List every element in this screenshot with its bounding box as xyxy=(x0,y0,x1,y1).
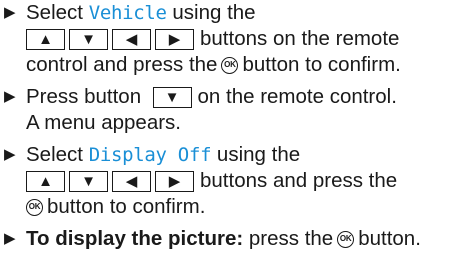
menu-item-vehicle: Vehicle xyxy=(88,2,167,24)
step-1-after-keys-text: buttons on the remote xyxy=(200,27,400,50)
step-4-line-1: To display the picture: press the OK butto… xyxy=(26,226,421,252)
step-1-after-ok-text: button to confirm. xyxy=(242,53,401,76)
step-3-select-text: Select xyxy=(26,143,83,166)
arrow-down-icon: ▼ xyxy=(69,170,108,192)
step-1-line-1: Select Vehicle using the xyxy=(26,0,256,26)
step-1-line-2: ▲ ▼ ◀ ▶ buttons on the remote xyxy=(26,26,399,52)
step-3-using-text: using the xyxy=(216,143,301,166)
step-4-end-text: button. xyxy=(358,227,421,250)
arrow-up-icon: ▲ xyxy=(26,28,65,50)
step-3-after-ok-text: button to confirm. xyxy=(47,195,206,218)
step-2-after-key-text: on the remote control. xyxy=(197,85,397,108)
arrow-down-icon: ▼ xyxy=(69,28,108,50)
step-2-line-1: Press button ▼ on the remote control. xyxy=(26,84,397,110)
step-3-line-2: ▲ ▼ ◀ ▶ buttons and press the xyxy=(26,168,397,194)
step-3-line-3: OK button to confirm. xyxy=(26,194,205,220)
bullet-triangle-icon: ▶ xyxy=(4,4,16,21)
step-4-bold-text: To display the picture: xyxy=(26,227,244,250)
bullet-triangle-icon: ▶ xyxy=(4,88,16,105)
step-1-line-3-text: control and press the xyxy=(26,53,218,76)
arrow-left-icon: ◀ xyxy=(112,170,151,192)
arrow-right-icon: ▶ xyxy=(155,170,194,192)
step-3-line-1: Select Display Off using the xyxy=(26,142,300,168)
arrow-down-icon: ▼ xyxy=(152,86,192,108)
menu-item-display-off: Display Off xyxy=(88,144,212,166)
step-4-press-text: press the xyxy=(248,227,334,250)
step-2-line-2: A menu appears. xyxy=(26,110,181,136)
arrow-left-icon: ◀ xyxy=(112,28,151,50)
step-1-using-text: using the xyxy=(172,1,256,24)
step-2-menu-appears-text: A menu appears. xyxy=(26,111,181,134)
ok-button-icon: OK xyxy=(337,230,355,248)
ok-button-icon: OK xyxy=(221,56,239,74)
step-3-after-keys-text: buttons and press the xyxy=(200,169,398,192)
ok-button-icon: OK xyxy=(26,198,43,216)
bullet-triangle-icon: ▶ xyxy=(4,146,16,163)
step-1-line-3: control and press the OK button to confirm… xyxy=(26,52,401,78)
step-1-select-text: Select xyxy=(26,1,83,24)
bullet-triangle-icon: ▶ xyxy=(4,230,16,247)
arrow-up-icon: ▲ xyxy=(26,170,65,192)
arrow-right-icon: ▶ xyxy=(155,28,194,50)
step-2-press-text: Press button xyxy=(26,85,142,108)
